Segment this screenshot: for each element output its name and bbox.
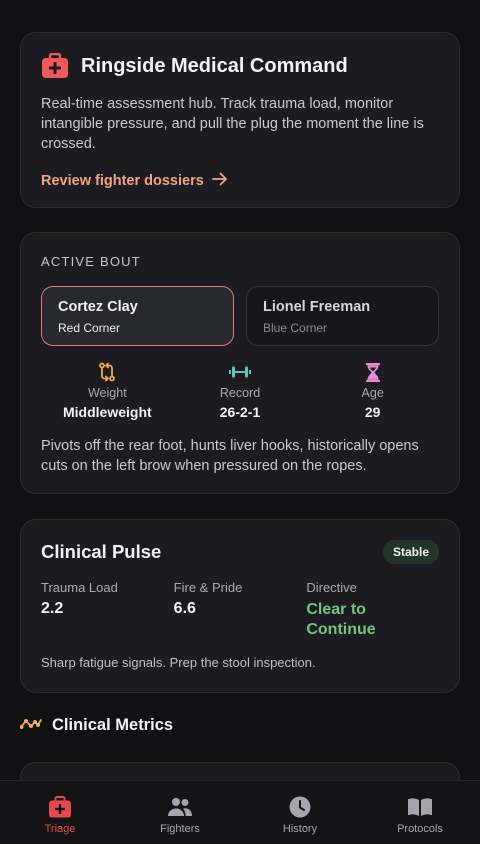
fighter-notes: Pivots off the rear foot, hunts liver ho… [41, 438, 419, 474]
main-scroll[interactable]: Ringside Medical Command Real-time asses… [0, 0, 480, 780]
clinical-metrics-header: Clinical Metrics [19, 716, 174, 735]
nav-history[interactable]: History [240, 781, 360, 844]
red-fighter-name: Cortez Clay [58, 299, 138, 315]
stat-age-label: Age [361, 386, 384, 400]
stat-record: Record 26-2-1 [174, 362, 307, 420]
clinical-metrics-card [20, 762, 460, 780]
nav-triage-label: Triage [44, 823, 76, 835]
stat-weight-label: Weight [87, 386, 127, 400]
red-corner-label: Red Corner [58, 321, 121, 335]
stat-weight: Weight Middleweight [41, 362, 174, 420]
fighter-stats: Weight Middleweight Record 26-2-1 Age 29 [41, 362, 439, 420]
clock-icon [289, 795, 311, 819]
pulse-note: Sharp fatigue signals. Prep the stool in… [41, 655, 316, 670]
hero-card: Ringside Medical Command Real-time asses… [20, 32, 460, 208]
active-bout-label: ACTIVE BOUT [41, 254, 141, 269]
nav-protocols-label: Protocols [397, 823, 443, 835]
weight-transfer-icon [41, 362, 174, 382]
stat-age: Age 29 [306, 362, 439, 420]
fire-pride: Fire & Pride 6.6 [174, 580, 307, 640]
pulse-header: Clinical Pulse Stable [41, 540, 439, 564]
fire-pride-value: 6.6 [173, 600, 196, 617]
stat-weight-value: Middleweight [63, 404, 152, 420]
clinical-pulse-card: Clinical Pulse Stable Trauma Load 2.2 Fi… [20, 519, 460, 693]
directive: Directive Clear to Continue [306, 580, 439, 640]
dumbbell-icon [174, 362, 307, 382]
trauma-load-label: Trauma Load [41, 580, 118, 595]
nav-protocols[interactable]: Protocols [360, 781, 480, 844]
stat-record-label: Record [219, 386, 261, 400]
hero-title: Ringside Medical Command [81, 54, 348, 77]
nav-fighters[interactable]: Fighters [120, 781, 240, 844]
pulse-title: Clinical Pulse [41, 541, 162, 562]
blue-corner-button[interactable]: Lionel Freeman Blue Corner [246, 286, 439, 346]
directive-label: Directive [306, 580, 357, 595]
review-dossiers-label: Review fighter dossiers [41, 173, 204, 189]
hero-header: Ringside Medical Command [41, 52, 439, 79]
directive-value: Clear to Continue [306, 601, 376, 638]
users-icon [167, 795, 193, 819]
trend-line-icon [19, 716, 42, 735]
active-bout-card: ACTIVE BOUT Cortez Clay Red Corner Lione… [20, 232, 460, 494]
hourglass-icon [306, 362, 439, 382]
stat-age-value: 29 [364, 404, 381, 420]
clinical-metrics-title: Clinical Metrics [52, 716, 174, 734]
nav-fighters-label: Fighters [160, 823, 200, 835]
medkit-icon [48, 795, 72, 819]
blue-corner-label: Blue Corner [263, 321, 328, 335]
nav-triage[interactable]: Triage [0, 781, 120, 844]
stat-record-value: 26-2-1 [219, 404, 261, 420]
pulse-metrics: Trauma Load 2.2 Fire & Pride 6.6 Directi… [41, 580, 439, 640]
status-badge: Stable [382, 540, 439, 564]
red-corner-button[interactable]: Cortez Clay Red Corner [41, 286, 234, 346]
trauma-load-value: 2.2 [41, 600, 64, 617]
corner-selector: Cortez Clay Red Corner Lionel Freeman Bl… [41, 286, 439, 346]
bottom-nav: Triage Fighters History Protocols [0, 780, 480, 844]
review-dossiers-link[interactable]: Review fighter dossiers [41, 172, 439, 190]
hero-description: Real-time assessment hub. Track trauma l… [41, 96, 424, 152]
book-icon [407, 795, 433, 819]
nav-history-label: History [282, 823, 318, 835]
fire-pride-label: Fire & Pride [173, 580, 243, 595]
arrow-right-icon [211, 172, 228, 190]
medkit-icon [41, 52, 68, 79]
trauma-load: Trauma Load 2.2 [41, 580, 174, 640]
blue-fighter-name: Lionel Freeman [263, 299, 371, 315]
